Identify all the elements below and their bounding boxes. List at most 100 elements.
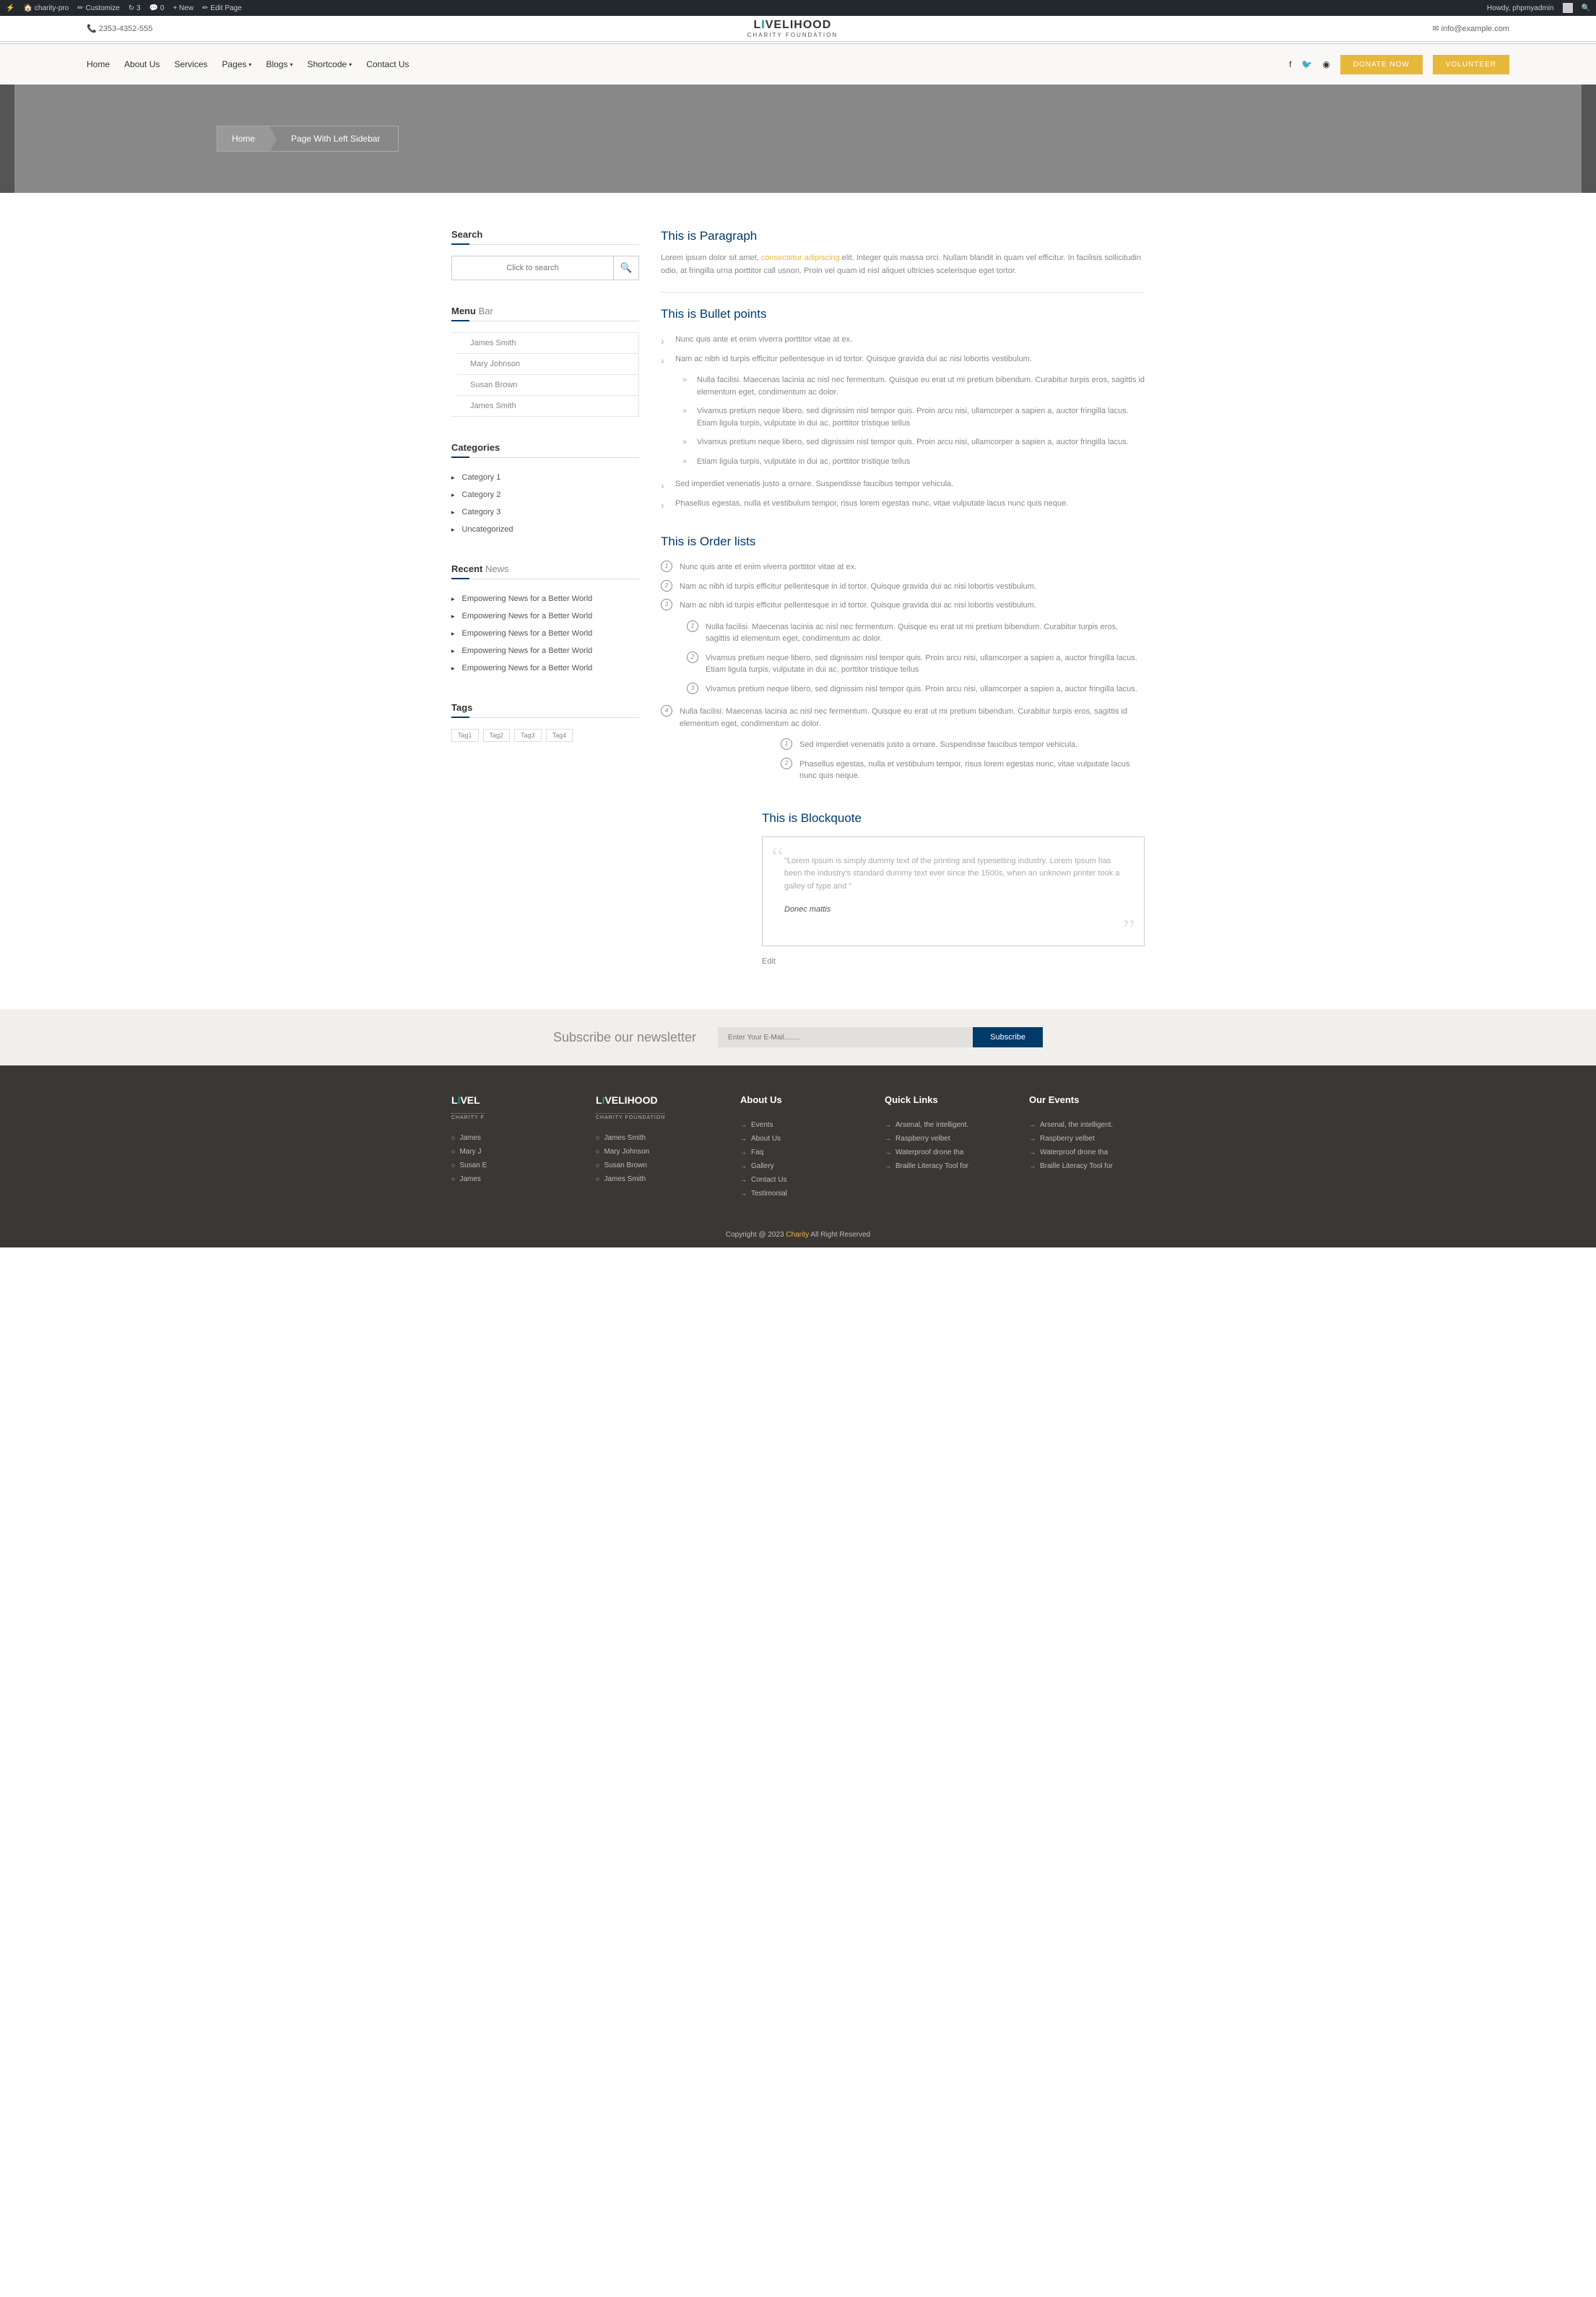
footer-link[interactable]: Waterproof drone tha	[885, 1146, 1000, 1159]
categories-title: Categories	[451, 442, 639, 458]
footer-link[interactable]: Waterproof drone tha	[1029, 1146, 1145, 1159]
paragraph-link[interactable]: consectetur adipiscing	[761, 254, 840, 262]
order-item: Nam ac nibh id turpis efficitur pellente…	[661, 596, 1145, 702]
nav-about[interactable]: About Us	[124, 59, 160, 69]
footer-link[interactable]: Braille Literacy Tool for	[1029, 1159, 1145, 1173]
volunteer-button[interactable]: VOLUNTEER	[1433, 55, 1509, 74]
category-item[interactable]: Uncategorized	[451, 521, 639, 538]
edit-page-link[interactable]: ✏ Edit Page	[202, 4, 242, 12]
bullet-item: Nam ac nibh id turpis efficitur pellente…	[661, 350, 1145, 475]
nav-home[interactable]: Home	[87, 59, 110, 69]
newsletter-section: Subscribe our newsletter Subscribe	[0, 1009, 1596, 1065]
menu-item[interactable]: James Smith	[451, 333, 638, 354]
recent-news-widget: Recent News Empowering News for a Better…	[451, 563, 639, 677]
quote-close-icon: ”	[1122, 915, 1135, 944]
footer-link[interactable]: James Smith	[596, 1172, 711, 1186]
hero-banner: Home Page With Left Sidebar	[0, 85, 1596, 193]
admin-right: Howdy, phpmyadmin 🔍	[1487, 3, 1590, 13]
footer-link[interactable]: Arsenal, the intelligent.	[885, 1118, 1000, 1132]
blockquote-heading: This is Blockquote	[762, 811, 1145, 826]
main-nav: Home About Us Services Pages Blogs Short…	[0, 44, 1596, 85]
nav-services[interactable]: Services	[174, 59, 207, 69]
newsletter-email-input[interactable]	[718, 1027, 973, 1047]
footer-quick-links: Quick Links Arsenal, the intelligent.Ras…	[885, 1094, 1000, 1201]
menu-item[interactable]: James Smith	[451, 396, 638, 416]
footer-link[interactable]: Raspberry velbet	[1029, 1132, 1145, 1146]
footer-col-1: LIVEL CHARITY F JamesMary JSusan EJames	[451, 1094, 567, 1201]
order-heading: This is Order lists	[661, 535, 1145, 549]
search-icon[interactable]: 🔍	[1582, 4, 1590, 12]
breadcrumb-home[interactable]: Home	[217, 126, 269, 151]
quote-open-icon: “	[771, 843, 784, 872]
category-item[interactable]: Category 1	[451, 469, 639, 486]
tag-item[interactable]: Tag2	[483, 729, 511, 742]
breadcrumb-current: Page With Left Sidebar	[269, 126, 398, 151]
order-sub-item: Sed imperdiet venenatis justo a ornare. …	[781, 735, 1145, 755]
bullet-item: Phasellus egestas, nulla et vestibulum t…	[661, 494, 1145, 514]
news-item[interactable]: Empowering News for a Better World	[451, 607, 639, 625]
blockquote-text: "Lorem Ipsum is simply dummy text of the…	[784, 855, 1122, 894]
footer-link[interactable]: Testimonial	[740, 1187, 856, 1201]
footer-link[interactable]: About Us	[740, 1132, 856, 1146]
tag-item[interactable]: Tag1	[451, 729, 479, 742]
howdy[interactable]: Howdy, phpmyadmin	[1487, 4, 1554, 12]
footer-link[interactable]: Events	[740, 1118, 856, 1132]
footer: LIVEL CHARITY F JamesMary JSusan EJames …	[0, 1065, 1596, 1247]
facebook-icon[interactable]: f	[1289, 59, 1291, 69]
footer-link[interactable]: Braille Literacy Tool for	[885, 1159, 1000, 1173]
footer-link[interactable]: James Smith	[596, 1131, 711, 1145]
footer-link[interactable]: Raspberry velbet	[885, 1132, 1000, 1146]
footer-link[interactable]: Faq	[740, 1146, 856, 1159]
footer-link[interactable]: James	[451, 1131, 567, 1145]
news-item[interactable]: Empowering News for a Better World	[451, 625, 639, 642]
menu-item[interactable]: Mary Johnson	[451, 354, 638, 375]
news-title: Recent News	[451, 563, 639, 579]
footer-link[interactable]: Susan E	[451, 1159, 567, 1172]
categories-widget: Categories Category 1Category 2Category …	[451, 442, 639, 538]
comments[interactable]: 💬 0	[149, 4, 165, 12]
phone: 📞 2353-4352-555	[87, 24, 152, 33]
footer-link[interactable]: Gallery	[740, 1159, 856, 1173]
footer-link[interactable]: Mary J	[451, 1145, 567, 1159]
customize-link[interactable]: ✏ Customize	[77, 4, 120, 12]
category-item[interactable]: Category 3	[451, 503, 639, 521]
donate-button[interactable]: DONATE NOW	[1340, 55, 1423, 74]
bullets-heading: This is Bullet points	[661, 307, 1145, 321]
instagram-icon[interactable]: ◉	[1322, 59, 1330, 69]
order-sub-item: Nulla facilisi. Maecenas lacinia ac nisl…	[687, 618, 1145, 649]
edit-link[interactable]: Edit	[762, 957, 1145, 966]
site-logo[interactable]: LIVELIHOOD CHARITY FOUNDATION	[747, 19, 838, 38]
copyright-link[interactable]: Charity	[786, 1231, 809, 1239]
twitter-icon[interactable]: 🐦	[1301, 59, 1312, 69]
footer-quick-title: Quick Links	[885, 1094, 1000, 1105]
nav-contact[interactable]: Contact Us	[366, 59, 409, 69]
avatar-icon[interactable]	[1563, 3, 1573, 13]
wp-admin-bar: ⚡ 🏠 charity-pro ✏ Customize ↻ 3 💬 0 + Ne…	[0, 0, 1596, 16]
new-link[interactable]: + New	[173, 4, 194, 12]
news-item[interactable]: Empowering News for a Better World	[451, 659, 639, 677]
tag-item[interactable]: Tag3	[514, 729, 542, 742]
site-name[interactable]: 🏠 charity-pro	[23, 4, 69, 12]
footer-link[interactable]: James	[451, 1172, 567, 1186]
news-item[interactable]: Empowering News for a Better World	[451, 590, 639, 607]
order-item: Nam ac nibh id turpis efficitur pellente…	[661, 577, 1145, 597]
search-button[interactable]: 🔍	[613, 256, 638, 280]
newsletter-subscribe-button[interactable]: Subscribe	[973, 1027, 1043, 1047]
news-item[interactable]: Empowering News for a Better World	[451, 642, 639, 659]
wp-icon[interactable]: ⚡	[6, 4, 14, 12]
category-item[interactable]: Category 2	[451, 486, 639, 503]
nav-shortcode[interactable]: Shortcode	[307, 59, 352, 69]
menu-item[interactable]: Susan Brown	[451, 375, 638, 396]
footer-link[interactable]: Mary Johnson	[596, 1145, 711, 1159]
updates[interactable]: ↻ 3	[129, 4, 141, 12]
search-input[interactable]	[452, 256, 613, 280]
order-list: Nunc quis ante et enim viverra porttitor…	[661, 558, 1145, 790]
menu-widget: Menu Bar James SmithMary JohnsonSusan Br…	[451, 306, 639, 417]
tag-item[interactable]: Tag4	[546, 729, 573, 742]
nav-pages[interactable]: Pages	[222, 59, 251, 69]
nav-blogs[interactable]: Blogs	[266, 59, 292, 69]
footer-link[interactable]: Susan Brown	[596, 1159, 711, 1172]
bullet-list: Nunc quis ante et enim viverra porttitor…	[661, 330, 1145, 513]
footer-link[interactable]: Contact Us	[740, 1173, 856, 1187]
footer-link[interactable]: Arsenal, the intelligent.	[1029, 1118, 1145, 1132]
